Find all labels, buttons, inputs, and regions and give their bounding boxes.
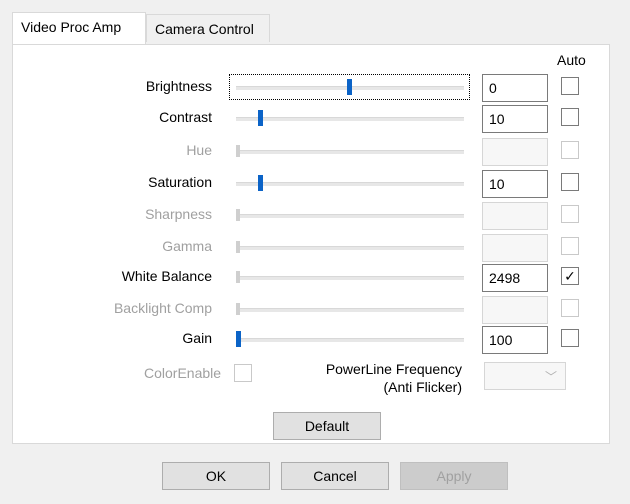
property-row: Saturation 10 bbox=[0, 168, 630, 198]
color-enable-checkbox[interactable] bbox=[234, 364, 252, 382]
value-field[interactable]: 10 bbox=[482, 170, 548, 198]
auto-checkbox[interactable] bbox=[561, 173, 579, 191]
default-button[interactable]: Default bbox=[273, 412, 381, 440]
property-label: Hue bbox=[186, 142, 212, 158]
bottom-controls: ColorEnable PowerLine Frequency (Anti Fl… bbox=[0, 360, 630, 400]
tab-camera-control[interactable]: Camera Control bbox=[146, 14, 270, 42]
value-field[interactable] bbox=[482, 202, 548, 230]
slider-thumb[interactable] bbox=[258, 110, 264, 126]
property-row: Gamma bbox=[0, 232, 630, 262]
value-field[interactable] bbox=[482, 234, 548, 262]
property-label: Contrast bbox=[159, 109, 212, 125]
property-label: Backlight Comp bbox=[113, 300, 212, 316]
property-label: White Balance bbox=[121, 268, 212, 284]
slider-thumb[interactable] bbox=[236, 241, 240, 253]
property-label: Gain bbox=[182, 330, 212, 346]
powerline-frequency-select[interactable]: ﹀ bbox=[484, 362, 566, 390]
slider-track[interactable] bbox=[236, 276, 464, 280]
property-row: Backlight Comp bbox=[0, 294, 630, 324]
slider-track[interactable] bbox=[236, 338, 464, 342]
value-field[interactable] bbox=[482, 296, 548, 324]
property-row: Sharpness bbox=[0, 200, 630, 230]
apply-button[interactable]: Apply bbox=[400, 462, 508, 490]
auto-checkbox[interactable] bbox=[561, 108, 579, 126]
auto-checkbox[interactable] bbox=[561, 237, 579, 255]
color-enable-label: ColorEnable bbox=[144, 365, 222, 381]
slider-thumb[interactable] bbox=[236, 271, 240, 283]
property-label: Sharpness bbox=[145, 206, 212, 222]
property-label: Brightness bbox=[145, 78, 212, 94]
ok-button[interactable]: OK bbox=[162, 462, 270, 490]
property-row: Contrast 10 bbox=[0, 103, 630, 133]
slider-track[interactable] bbox=[236, 182, 464, 186]
chevron-down-icon: ﹀ bbox=[544, 370, 557, 384]
slider-thumb[interactable] bbox=[236, 303, 240, 315]
property-row: White Balance 2498 ✓ bbox=[0, 262, 630, 292]
slider-track[interactable] bbox=[236, 214, 464, 218]
slider-thumb[interactable] bbox=[347, 79, 352, 95]
auto-checkbox[interactable]: ✓ bbox=[561, 267, 579, 285]
value-field[interactable]: 0 bbox=[482, 74, 548, 102]
value-field[interactable]: 2498 bbox=[482, 264, 548, 292]
slider-track[interactable] bbox=[236, 150, 464, 154]
slider-track[interactable] bbox=[236, 308, 464, 312]
auto-checkbox[interactable] bbox=[561, 141, 579, 159]
auto-checkbox[interactable] bbox=[561, 329, 579, 347]
value-field[interactable]: 10 bbox=[482, 105, 548, 133]
powerline-frequency-label: PowerLine Frequency (Anti Flicker) bbox=[296, 360, 462, 396]
checkmark-icon: ✓ bbox=[564, 268, 576, 284]
slider-thumb[interactable] bbox=[236, 145, 240, 157]
value-field[interactable] bbox=[482, 138, 548, 166]
auto-checkbox[interactable] bbox=[561, 299, 579, 317]
slider-thumb[interactable] bbox=[258, 175, 264, 191]
auto-checkbox[interactable] bbox=[561, 77, 579, 95]
tab-video-proc-amp[interactable]: Video Proc Amp bbox=[12, 12, 146, 44]
auto-checkbox[interactable] bbox=[561, 205, 579, 223]
slider-track[interactable] bbox=[236, 117, 464, 121]
powerline-label-line1: PowerLine Frequency bbox=[325, 361, 462, 377]
property-label: Saturation bbox=[148, 174, 212, 190]
property-row: Brightness 0 bbox=[0, 72, 630, 102]
value-field[interactable]: 100 bbox=[482, 326, 548, 354]
slider-thumb[interactable] bbox=[236, 331, 241, 347]
slider-thumb[interactable] bbox=[236, 209, 240, 221]
cancel-button[interactable]: Cancel bbox=[281, 462, 389, 490]
slider-track[interactable] bbox=[236, 246, 464, 250]
auto-column-header: Auto bbox=[557, 52, 586, 68]
property-row: Hue bbox=[0, 136, 630, 166]
powerline-label-line2: (Anti Flicker) bbox=[383, 379, 462, 395]
property-row: Gain 100 bbox=[0, 324, 630, 354]
property-label: Gamma bbox=[162, 238, 212, 254]
